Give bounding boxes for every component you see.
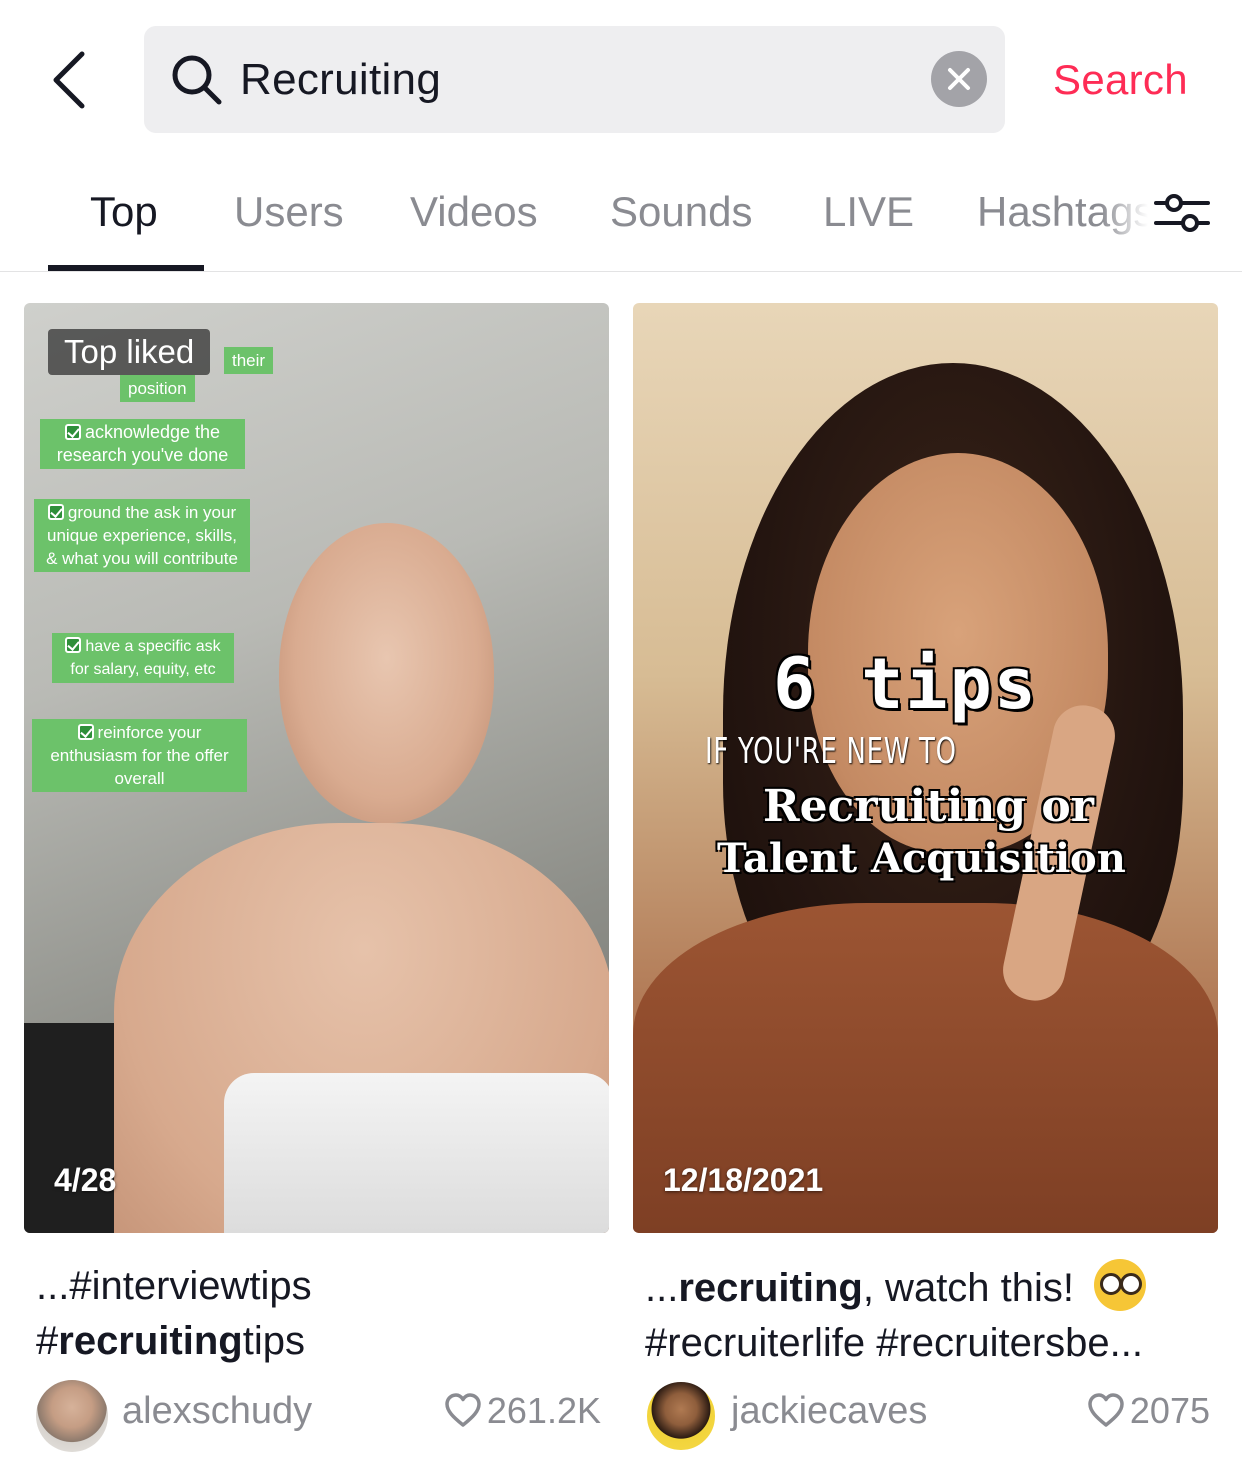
search-button[interactable]: Search bbox=[1053, 54, 1188, 106]
like-count-text: 2075 bbox=[1129, 1390, 1210, 1431]
video-thumbnail[interactable]: 6 tips IF YOU'RE NEW TO Recruiting or Ta… bbox=[633, 303, 1218, 1233]
search-icon bbox=[172, 55, 222, 105]
overlay-tag: acknowledge the research you've done bbox=[40, 419, 245, 469]
heart-icon bbox=[1088, 1393, 1124, 1427]
video-date: 4/28 bbox=[54, 1162, 117, 1198]
video-caption[interactable]: ...#interviewtips #recruitingtips bbox=[36, 1259, 606, 1369]
like-count: 261.2K bbox=[443, 1390, 601, 1432]
clothing-shape bbox=[224, 1073, 609, 1233]
caption-line: #recruiterlife #recruitersbe... bbox=[645, 1321, 1143, 1365]
search-tabs: Top Users Videos Sounds LIVE Hashtags bbox=[0, 165, 1242, 272]
person-head-shape bbox=[279, 523, 494, 823]
filter-icon[interactable] bbox=[1154, 190, 1210, 236]
chevron-left-icon bbox=[53, 51, 85, 109]
caption-line: #recruitingtips bbox=[36, 1319, 305, 1363]
tab-top[interactable]: Top bbox=[90, 185, 158, 239]
checkbox-icon bbox=[77, 724, 94, 740]
avatar[interactable] bbox=[36, 1380, 108, 1452]
video-meta: jackiecaves 2075 bbox=[645, 1380, 1210, 1452]
video-meta: alexschudy 261.2K bbox=[36, 1380, 601, 1452]
overlay-line: Talent Acquisition bbox=[717, 835, 1126, 882]
tab-users[interactable]: Users bbox=[234, 185, 344, 239]
heart-icon bbox=[445, 1393, 481, 1427]
tab-fade bbox=[1100, 165, 1160, 265]
active-tab-indicator bbox=[48, 265, 204, 271]
clear-icon bbox=[948, 68, 970, 90]
tab-live[interactable]: LIVE bbox=[823, 185, 914, 239]
video-result-card[interactable]: 6 tips IF YOU'RE NEW TO Recruiting or Ta… bbox=[633, 303, 1218, 1452]
tab-videos[interactable]: Videos bbox=[410, 185, 538, 239]
overlay-title: 6 tips bbox=[773, 643, 1038, 725]
like-count-text: 261.2K bbox=[486, 1390, 601, 1431]
checkbox-icon bbox=[64, 424, 81, 440]
search-input[interactable]: Recruiting bbox=[144, 26, 1005, 133]
tab-sounds[interactable]: Sounds bbox=[610, 185, 752, 239]
username[interactable]: alexschudy bbox=[122, 1390, 312, 1433]
overlay-tag: position bbox=[120, 375, 195, 402]
overlay-tag: ground the ask in your unique experience… bbox=[34, 499, 250, 572]
checkbox-icon bbox=[47, 504, 64, 520]
checkbox-icon bbox=[65, 637, 82, 653]
video-thumbnail[interactable]: their position acknowledge the research … bbox=[24, 303, 609, 1233]
avatar[interactable] bbox=[645, 1380, 717, 1452]
like-count: 2075 bbox=[1086, 1390, 1210, 1432]
video-caption[interactable]: ...recruiting, watch this! #recruiterlif… bbox=[645, 1259, 1215, 1371]
overlay-line: Recruiting or bbox=[763, 781, 1094, 832]
overlay-subtitle: IF YOU'RE NEW TO bbox=[705, 731, 957, 772]
video-result-card[interactable]: their position acknowledge the research … bbox=[24, 303, 609, 1452]
nerd-face-emoji-icon bbox=[1094, 1259, 1147, 1311]
top-liked-badge: Top liked bbox=[48, 329, 211, 375]
username[interactable]: jackiecaves bbox=[731, 1390, 927, 1433]
video-date: 12/18/2021 bbox=[663, 1162, 824, 1198]
overlay-tag: have a specific ask for salary, equity, … bbox=[52, 633, 234, 683]
clear-search-button[interactable] bbox=[931, 51, 987, 107]
caption-line: ...recruiting, watch this! bbox=[645, 1259, 1215, 1316]
caption-line: ...#interviewtips bbox=[36, 1264, 312, 1308]
back-button[interactable] bbox=[40, 44, 100, 116]
overlay-tag: reinforce your enthusiasm for the offer … bbox=[32, 719, 247, 792]
overlay-tag: their bbox=[224, 347, 274, 374]
search-query-text: Recruiting bbox=[240, 55, 442, 104]
